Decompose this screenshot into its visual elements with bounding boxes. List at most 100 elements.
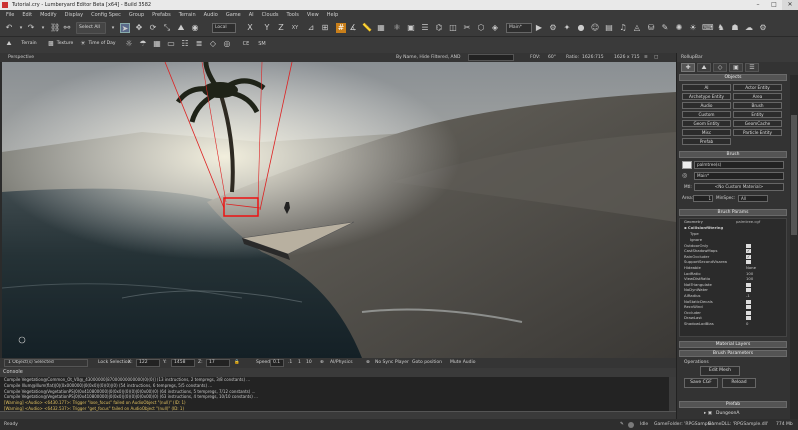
reload-button[interactable]: Reload bbox=[722, 378, 756, 388]
menu-help[interactable]: Help bbox=[327, 12, 338, 18]
select-terrain-icon[interactable]: ⛰ bbox=[176, 23, 186, 33]
object-type-actor-entity-button[interactable]: Actor Entity bbox=[733, 84, 782, 91]
object-type-custom-button[interactable]: Custom bbox=[682, 111, 731, 118]
redo-dropdown-icon[interactable]: ▾ bbox=[38, 23, 48, 33]
param-checkbox[interactable] bbox=[746, 260, 751, 265]
snap-to-object-icon[interactable]: ◉ bbox=[190, 23, 200, 33]
menu-tools[interactable]: Tools bbox=[287, 12, 299, 18]
texture-button[interactable]: Texture bbox=[54, 39, 76, 51]
param-row-geometry[interactable]: Geometry palmtree.cgf bbox=[684, 219, 786, 225]
coord-system-dropdown[interactable]: Local bbox=[212, 23, 236, 33]
edit-mesh-button[interactable]: Edit Mesh bbox=[700, 366, 740, 376]
ai-layer-icon[interactable]: ⬡ bbox=[476, 23, 486, 33]
scissors-icon[interactable]: ✂ bbox=[462, 23, 472, 33]
material-layers-section-header[interactable]: Material Layers bbox=[679, 341, 787, 348]
particle-editor-icon[interactable]: ✦ bbox=[562, 23, 572, 33]
select-cursor-icon[interactable]: ➤ bbox=[120, 23, 130, 33]
weather-icon[interactable]: ☂ bbox=[138, 39, 148, 49]
no-sync-icon[interactable]: ⊗ bbox=[366, 359, 370, 367]
geometry-value[interactable]: palmtree.cgf bbox=[736, 219, 760, 225]
area-input[interactable]: 1 bbox=[693, 195, 713, 202]
minimize-icon[interactable]: – bbox=[750, 0, 766, 10]
axis-x-button[interactable]: X bbox=[245, 23, 255, 33]
brush-parameters-section-header[interactable]: Brush Parameters bbox=[679, 350, 787, 357]
layer-dropdown[interactable]: Main* bbox=[506, 23, 532, 33]
tab-modeling-icon[interactable]: ◇ bbox=[713, 63, 727, 72]
viewport-3d[interactable] bbox=[2, 62, 676, 358]
game-mode-icon[interactable]: ▶ bbox=[534, 23, 544, 33]
object-type-ai-button[interactable]: AI bbox=[682, 84, 731, 91]
object-type-particle-entity-button[interactable]: Particle Entity bbox=[733, 129, 782, 136]
param-row-collisionfiltering[interactable]: ▪ Collisionfiltering bbox=[684, 225, 786, 231]
script-editor-icon[interactable]: ✎ bbox=[660, 23, 670, 33]
speed-input[interactable]: 0.1 bbox=[270, 359, 284, 367]
console-icon[interactable]: ▭ bbox=[166, 39, 176, 49]
viewport-search-input[interactable] bbox=[468, 54, 514, 61]
outliner-icon[interactable]: ≣ bbox=[194, 39, 204, 49]
brush-section-header[interactable]: Brush bbox=[679, 151, 787, 158]
physics-icon[interactable]: ⚛ bbox=[392, 23, 402, 33]
tab-layers-icon[interactable]: ☰ bbox=[745, 63, 759, 72]
ai-physics-icon[interactable]: ⊕ bbox=[320, 359, 324, 367]
viewport-menu-icon[interactable]: ≡ bbox=[644, 53, 648, 62]
object-type-geom-entity-button[interactable]: Geom Entity bbox=[682, 120, 731, 127]
speed-10-button[interactable]: 10 bbox=[306, 359, 312, 367]
undo-icon[interactable]: ↶ bbox=[4, 23, 14, 33]
menu-audio[interactable]: Audio bbox=[204, 12, 218, 18]
prefab-section-header[interactable]: Prefab bbox=[679, 401, 787, 408]
menu-group[interactable]: Group bbox=[129, 12, 144, 18]
move-icon[interactable]: ✥ bbox=[134, 23, 144, 33]
flowgraph-icon[interactable]: ⌬ bbox=[434, 23, 444, 33]
time-of-day-button[interactable]: Time of Day bbox=[86, 39, 118, 51]
param-row[interactable]: Type bbox=[684, 231, 786, 237]
object-type-misc-button[interactable]: Misc bbox=[682, 129, 731, 136]
console-input[interactable] bbox=[0, 411, 676, 419]
no-sync-player-button[interactable]: No Sync Player bbox=[375, 359, 409, 367]
physics-sim-icon[interactable]: ⚙ bbox=[548, 23, 558, 33]
x-coordinate-input[interactable]: 122 bbox=[136, 359, 160, 367]
object-type-geomcache-button[interactable]: GeomCache bbox=[733, 120, 782, 127]
rollup-scrollbar[interactable] bbox=[790, 75, 798, 419]
resolution-value[interactable]: 1626 x 715 bbox=[614, 53, 640, 62]
angle-snap-icon[interactable]: ∡ bbox=[348, 23, 358, 33]
material-editor-icon[interactable]: ● bbox=[576, 23, 586, 33]
lock-icon[interactable]: 🔒 bbox=[234, 359, 240, 367]
object-type-archetype-entity-button[interactable]: Archetype Entity bbox=[682, 93, 731, 100]
param-checkbox[interactable] bbox=[746, 305, 751, 310]
camera-icon[interactable]: ◫ bbox=[448, 23, 458, 33]
brush-params-section-header[interactable]: Brush Params bbox=[679, 209, 787, 216]
terrain-collision-icon[interactable]: ▦ bbox=[376, 23, 386, 33]
param-checkbox[interactable] bbox=[746, 243, 751, 248]
console-variables-icon[interactable]: ⌨ bbox=[702, 23, 714, 33]
viewport-name[interactable]: Perspective bbox=[8, 53, 34, 62]
selection-filter-chevron-down-icon[interactable]: ▾ bbox=[108, 23, 118, 33]
param-checkbox-checked[interactable]: ✓ bbox=[746, 254, 751, 259]
param-checkbox[interactable] bbox=[746, 288, 751, 293]
lock-selection-button[interactable]: Lock Selection bbox=[98, 359, 130, 367]
ui-editor-icon[interactable]: ▤ bbox=[604, 23, 614, 33]
character-editor-icon[interactable]: ☺ bbox=[590, 23, 600, 33]
rollup-scrollbar-thumb[interactable] bbox=[791, 115, 797, 235]
grid-view-icon[interactable]: ▦ bbox=[152, 39, 162, 49]
objects-section-header[interactable]: Objects bbox=[679, 74, 787, 81]
prefab-item[interactable]: DungeonA bbox=[716, 410, 739, 418]
settings-icon[interactable]: ⚙ bbox=[758, 23, 768, 33]
axis-xy-button[interactable]: XY bbox=[290, 23, 300, 33]
menu-edit[interactable]: Edit bbox=[22, 12, 32, 18]
param-value[interactable]: 0 bbox=[746, 321, 748, 327]
grid-snap-active-icon[interactable]: # bbox=[336, 23, 346, 33]
ce-button[interactable]: CE bbox=[240, 39, 252, 49]
speed-1-button[interactable]: 1 bbox=[298, 359, 301, 367]
menu-terrain[interactable]: Terrain bbox=[179, 12, 196, 18]
link-icon[interactable]: ⛓ bbox=[50, 23, 60, 33]
y-coordinate-input[interactable]: 1458 bbox=[171, 359, 195, 367]
snap-grid-icon[interactable]: ⊞ bbox=[320, 23, 330, 33]
param-checkbox-checked[interactable]: ✓ bbox=[746, 249, 751, 254]
viewport-filter[interactable]: By Name, Hide Filtered, AND bbox=[396, 53, 460, 62]
brush-name-input[interactable]: palmtree(s) bbox=[694, 161, 784, 169]
minspec-dropdown[interactable]: All bbox=[738, 195, 768, 202]
tab-display-icon[interactable]: ▣ bbox=[729, 63, 743, 72]
world-icon[interactable]: ◎ bbox=[222, 39, 232, 49]
menu-view[interactable]: View bbox=[307, 12, 319, 18]
tab-terrain-icon[interactable]: ⛰ bbox=[697, 63, 711, 72]
